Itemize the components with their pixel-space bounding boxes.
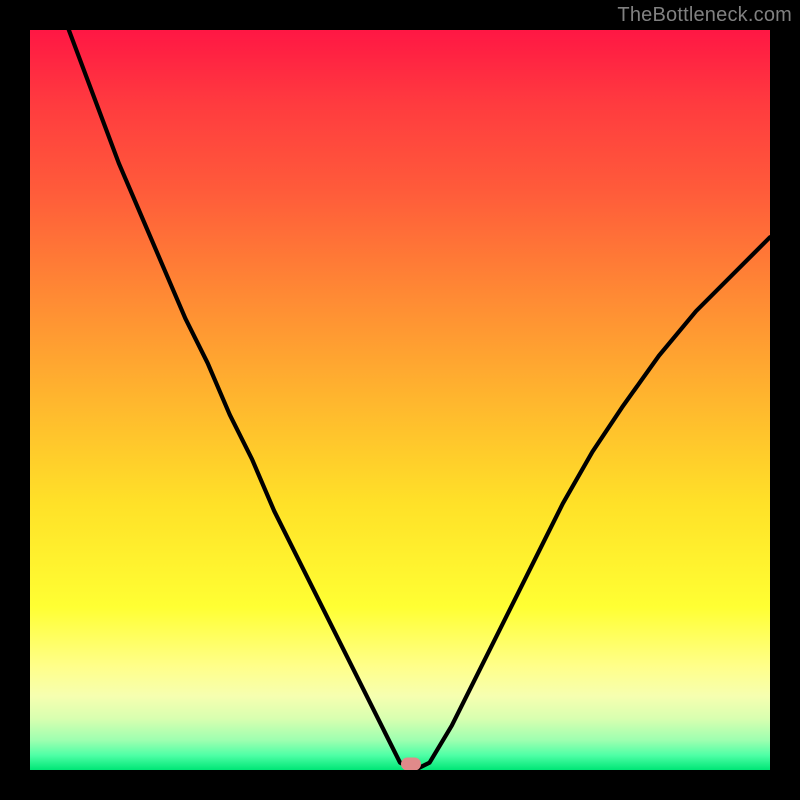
optimal-point-marker bbox=[401, 758, 421, 770]
plot-area bbox=[30, 30, 770, 770]
bottleneck-curve bbox=[30, 30, 770, 770]
watermark-text: TheBottleneck.com bbox=[617, 4, 792, 27]
chart-frame: TheBottleneck.com bbox=[0, 0, 800, 800]
